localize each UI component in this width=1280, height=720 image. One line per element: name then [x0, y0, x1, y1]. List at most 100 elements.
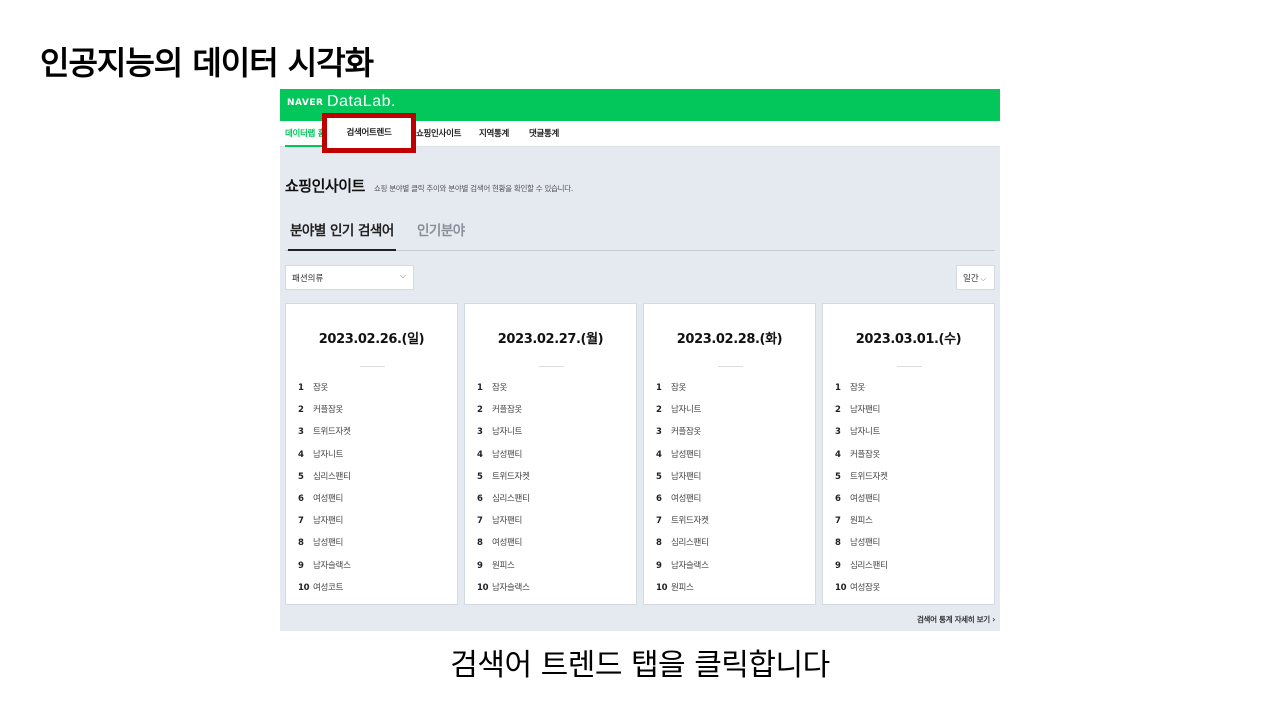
list-item[interactable]: 1 잠옷 [477, 381, 530, 403]
list-item[interactable]: 3 커플잠옷 [656, 425, 709, 447]
list-item[interactable]: 10 여성코트 [298, 581, 351, 603]
rank-list: 1 잠옷 2 남자팬티 3 남자니트 4 커플잠옷 5 트위드자켓 6 여성팬티 7 원피스 … [835, 381, 888, 603]
category-select[interactable]: 패션의류 ⌵ [285, 265, 414, 290]
keyword-link[interactable]: 커플잠옷 [492, 405, 522, 415]
list-item[interactable]: 6 여성팬티 [835, 492, 888, 514]
keyword-link[interactable]: 심리스팬티 [313, 472, 351, 482]
list-item[interactable]: 5 트위드자켓 [477, 470, 530, 492]
datalab-logo[interactable]: DataLab. [327, 93, 396, 111]
tab-popular-keywords[interactable]: 분야별 인기 검색어 [288, 219, 396, 251]
list-item[interactable]: 6 여성팬티 [298, 492, 351, 514]
list-item[interactable]: 7 남자팬티 [298, 514, 351, 536]
list-item[interactable]: 1 잠옷 [656, 381, 709, 403]
list-item[interactable]: 9 원피스 [477, 559, 530, 581]
rank-number: 9 [656, 560, 662, 571]
keyword-link[interactable]: 잠옷 [671, 383, 686, 393]
list-item[interactable]: 3 트위드자켓 [298, 425, 351, 447]
list-item[interactable]: 2 커플잠옷 [477, 403, 530, 425]
keyword-link[interactable]: 여성팬티 [671, 494, 701, 504]
highlight-box-search-trend[interactable]: 검색어트렌드 [322, 113, 416, 153]
tab-popular-categories[interactable]: 인기분야 [417, 219, 465, 251]
rank-number: 1 [477, 383, 483, 393]
period-select[interactable]: 일간 ⌵ [956, 265, 995, 290]
list-item[interactable]: 8 남성팬티 [298, 536, 351, 558]
list-item[interactable]: 7 남자팬티 [477, 514, 530, 536]
keyword-link[interactable]: 남성팬티 [850, 538, 880, 548]
keyword-link[interactable]: 커플잠옷 [850, 450, 880, 460]
keyword-link[interactable]: 남자니트 [492, 427, 522, 437]
rank-number: 4 [835, 449, 841, 460]
nav-item-regional-stats[interactable]: 지역통계 [479, 121, 509, 147]
keyword-link[interactable]: 남자팬티 [850, 405, 880, 415]
naver-logo[interactable]: NAVER [287, 98, 323, 108]
list-item[interactable]: 6 여성팬티 [656, 492, 709, 514]
keyword-link[interactable]: 여성잠옷 [850, 583, 880, 593]
nav-item-shopping-insight[interactable]: 쇼핑인사이트 [416, 121, 461, 147]
list-item[interactable]: 9 남자슬랙스 [298, 559, 351, 581]
keyword-link[interactable]: 심리스팬티 [850, 561, 888, 571]
keyword-link[interactable]: 남자슬랙스 [313, 561, 351, 571]
list-item[interactable]: 8 심리스팬티 [656, 536, 709, 558]
keyword-link[interactable]: 남자팬티 [671, 472, 701, 482]
list-item[interactable]: 4 커플잠옷 [835, 448, 888, 470]
keyword-link[interactable]: 트위드자켓 [492, 472, 530, 482]
keyword-link[interactable]: 남자팬티 [492, 516, 522, 526]
keyword-link[interactable]: 트위드자켓 [850, 472, 888, 482]
list-item[interactable]: 4 남성팬티 [656, 448, 709, 470]
nav-item-home[interactable]: 데이터랩 홈 [285, 121, 326, 147]
list-item[interactable]: 7 트위드자켓 [656, 514, 709, 536]
rank-number: 6 [477, 493, 483, 504]
ranking-card: 2023.02.28.(화) 1 잠옷 2 남자니트 3 커플잠옷 4 남성팬티 5 남자… [643, 303, 816, 605]
list-item[interactable]: 9 심리스팬티 [835, 559, 888, 581]
nav-item-comment-stats[interactable]: 댓글통계 [529, 121, 559, 147]
keyword-link[interactable]: 남성팬티 [492, 450, 522, 460]
list-item[interactable]: 8 여성팬티 [477, 536, 530, 558]
keyword-link[interactable]: 남성팬티 [313, 538, 343, 548]
keyword-link[interactable]: 남자슬랙스 [492, 583, 530, 593]
list-item[interactable]: 8 남성팬티 [835, 536, 888, 558]
list-item[interactable]: 1 잠옷 [298, 381, 351, 403]
keyword-link[interactable]: 여성코트 [313, 583, 343, 593]
keyword-link[interactable]: 잠옷 [850, 383, 865, 393]
list-item[interactable]: 9 남자슬랙스 [656, 559, 709, 581]
list-item[interactable]: 10 남자슬랙스 [477, 581, 530, 603]
list-item[interactable]: 5 남자팬티 [656, 470, 709, 492]
rank-number: 10 [477, 582, 489, 593]
list-item[interactable]: 10 원피스 [656, 581, 709, 603]
list-item[interactable]: 4 남자니트 [298, 448, 351, 470]
list-item[interactable]: 7 원피스 [835, 514, 888, 536]
list-item[interactable]: 5 심리스팬티 [298, 470, 351, 492]
keyword-link[interactable]: 원피스 [671, 583, 694, 593]
list-item[interactable]: 5 트위드자켓 [835, 470, 888, 492]
keyword-link[interactable]: 여성팬티 [313, 494, 343, 504]
keyword-link[interactable]: 원피스 [492, 561, 515, 571]
keyword-link[interactable]: 남자니트 [671, 405, 701, 415]
keyword-link[interactable]: 남자슬랙스 [671, 561, 709, 571]
keyword-link[interactable]: 잠옷 [492, 383, 507, 393]
keyword-link[interactable]: 여성팬티 [492, 538, 522, 548]
keyword-link[interactable]: 잠옷 [313, 383, 328, 393]
keyword-link[interactable]: 커플잠옷 [671, 427, 701, 437]
keyword-link[interactable]: 커플잠옷 [313, 405, 343, 415]
keyword-link[interactable]: 트위드자켓 [313, 427, 351, 437]
list-item[interactable]: 2 커플잠옷 [298, 403, 351, 425]
list-item[interactable]: 4 남성팬티 [477, 448, 530, 470]
keyword-link[interactable]: 남성팬티 [671, 450, 701, 460]
keyword-link[interactable]: 남자팬티 [313, 516, 343, 526]
nav-item-search-trend[interactable]: 검색어트렌드 [327, 118, 411, 148]
list-item[interactable]: 2 남자니트 [656, 403, 709, 425]
keyword-link[interactable]: 남자니트 [850, 427, 880, 437]
list-item[interactable]: 6 심리스팬티 [477, 492, 530, 514]
keyword-link[interactable]: 심리스팬티 [492, 494, 530, 504]
keyword-link[interactable]: 남자니트 [313, 450, 343, 460]
keyword-link[interactable]: 심리스팬티 [671, 538, 709, 548]
keyword-link[interactable]: 원피스 [850, 516, 873, 526]
keyword-link[interactable]: 여성팬티 [850, 494, 880, 504]
list-item[interactable]: 10 여성잠옷 [835, 581, 888, 603]
keyword-link[interactable]: 트위드자켓 [671, 516, 709, 526]
list-item[interactable]: 3 남자니트 [835, 425, 888, 447]
list-item[interactable]: 3 남자니트 [477, 425, 530, 447]
list-item[interactable]: 2 남자팬티 [835, 403, 888, 425]
list-item[interactable]: 1 잠옷 [835, 381, 888, 403]
more-stats-link[interactable]: 검색어 통계 자세히 보기 › [917, 614, 995, 625]
